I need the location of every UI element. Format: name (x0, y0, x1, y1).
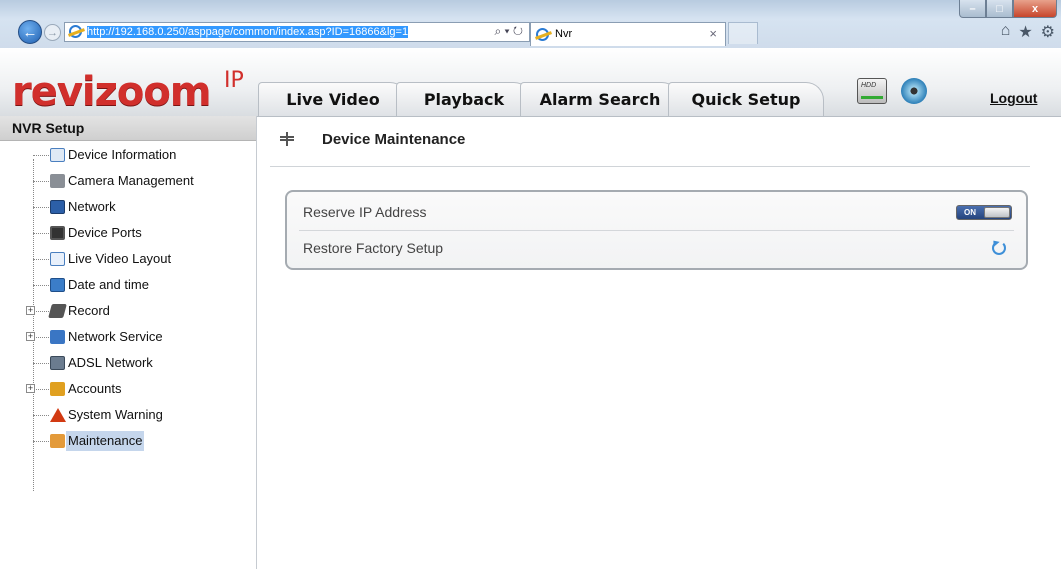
address-bar[interactable]: http://192.168.0.250/asppage/common/inde… (64, 22, 530, 42)
reserve-ip-toggle[interactable]: ON (956, 205, 1012, 220)
signpost-icon (280, 132, 294, 146)
toggle-knob[interactable] (984, 207, 1010, 218)
expand-plus-icon[interactable]: + (26, 332, 35, 341)
minimize-button[interactable]: – (959, 0, 986, 18)
sidebar-item-label: Date and time (68, 277, 149, 292)
sidebar-item-maintenance[interactable]: Maintenance (0, 431, 250, 451)
record-icon (48, 304, 67, 318)
tree-connector (33, 441, 49, 442)
browser-tab[interactable]: Nvr × (530, 22, 726, 46)
layout-icon (50, 252, 65, 266)
tab-quick-setup[interactable]: Quick Setup (668, 82, 824, 116)
sidebar-item-label: ADSL Network (68, 355, 153, 370)
url-selected-part: http://192.168.0.250/asp (87, 26, 206, 38)
sidebar-item-network-service[interactable]: + Network Service (0, 327, 250, 347)
sidebar-item-adsl-network[interactable]: ADSL Network (0, 353, 250, 373)
network-icon (50, 200, 65, 214)
sidebar-item-system-warning[interactable]: System Warning (0, 405, 250, 425)
restore-factory-row: Restore Factory Setup (299, 230, 1014, 266)
sidebar-item-label: Network Service (68, 329, 163, 344)
maintenance-icon (50, 434, 65, 448)
sidebar: NVR Setup Device Information Camera Mana… (0, 116, 257, 569)
brand-logo: revizoom IP (12, 68, 252, 115)
tree-connector (33, 155, 49, 156)
ie-tab-icon (536, 28, 549, 41)
tab-close-icon[interactable]: × (709, 26, 717, 41)
search-refresh-icons[interactable]: ⌕ ▾ ↻ (494, 24, 523, 39)
hdd-icon[interactable]: HDD (857, 78, 887, 104)
sidebar-item-label: Network (68, 199, 116, 214)
back-arrow-icon[interactable]: ← (18, 20, 42, 44)
sidebar-item-label: System Warning (68, 407, 163, 422)
tree-connector (33, 389, 49, 390)
sidebar-item-device-ports[interactable]: Device Ports (0, 223, 250, 243)
tree-connector (33, 311, 49, 312)
logo-superscript: IP (224, 68, 244, 93)
hdd-label: HDD (861, 82, 877, 89)
tree-connector (33, 337, 49, 338)
new-tab-button[interactable] (728, 22, 758, 44)
maintenance-panel: Reserve IP Address ON Restore Factory Se… (285, 190, 1028, 270)
sidebar-item-label: Maintenance (66, 431, 145, 451)
sidebar-item-label: Record (68, 303, 110, 318)
ie-logo-icon (69, 25, 82, 38)
logout-link[interactable]: Logout (990, 90, 1037, 106)
tree-connector (33, 415, 49, 416)
sidebar-item-record[interactable]: + Record (0, 301, 250, 321)
info-icon (50, 148, 65, 162)
tree-connector (33, 285, 49, 286)
network-service-icon (50, 330, 65, 344)
ports-icon (50, 226, 65, 240)
tree-connector (33, 207, 49, 208)
sidebar-item-label: Live Video Layout (68, 251, 172, 266)
sidebar-item-label: Device Information (68, 147, 177, 162)
calendar-icon (50, 278, 65, 292)
expand-plus-icon[interactable]: + (26, 384, 35, 393)
browser-toolbar-icons: ⌂ ★ ⚙ (1001, 22, 1055, 42)
sidebar-item-accounts[interactable]: + Accounts (0, 379, 250, 399)
browser-chrome: – □ x ← → http://192.168.0.250/asppage/c… (0, 0, 1061, 49)
tab-title: Nvr (555, 28, 573, 40)
forward-arrow-icon[interactable]: → (44, 24, 61, 41)
sidebar-item-label: Camera Management (68, 173, 194, 188)
expand-plus-icon[interactable]: + (26, 306, 35, 315)
maximize-button[interactable]: □ (986, 0, 1013, 18)
sidebar-item-live-video-layout[interactable]: Live Video Layout (0, 249, 250, 269)
favorites-star-icon[interactable]: ★ (1018, 22, 1032, 42)
settings-gear-icon[interactable]: ⚙ (1041, 22, 1055, 42)
disc-icon[interactable] (901, 78, 927, 104)
sidebar-item-camera-management[interactable]: Camera Management (0, 171, 250, 191)
url-text[interactable]: http://192.168.0.250/asppage/common/inde… (87, 25, 409, 39)
tab-playback[interactable]: Playback (396, 82, 532, 116)
sidebar-item-label: Device Ports (68, 225, 142, 240)
restore-factory-label: Restore Factory Setup (303, 240, 444, 256)
sidebar-item-network[interactable]: Network (0, 197, 250, 217)
tab-live-video[interactable]: Live Video (258, 82, 408, 116)
toggle-state-text: ON (964, 208, 976, 217)
tree-connector (33, 363, 49, 364)
tree-connector (33, 181, 49, 182)
adsl-icon (50, 356, 65, 370)
tab-alarm-search[interactable]: Alarm Search (520, 82, 680, 116)
url-rest-part: page/common/index.asp?ID=16866&lg=1 (205, 26, 409, 38)
sidebar-item-date-and-time[interactable]: Date and time (0, 275, 250, 295)
restore-icon[interactable] (992, 241, 1006, 255)
sidebar-title: NVR Setup (0, 116, 256, 141)
camera-icon (50, 174, 65, 188)
home-icon[interactable]: ⌂ (1001, 22, 1011, 42)
reserve-ip-row: Reserve IP Address ON (299, 194, 1014, 231)
tree-connector (33, 259, 49, 260)
sidebar-item-label: Accounts (68, 381, 122, 396)
page-title: Device Maintenance (322, 131, 466, 148)
accounts-icon (50, 382, 65, 396)
warning-icon (50, 408, 66, 422)
window-controls: – □ x (959, 0, 1057, 18)
page-header: Device Maintenance (270, 126, 1030, 167)
close-button[interactable]: x (1013, 0, 1057, 18)
reserve-ip-label: Reserve IP Address (303, 204, 427, 220)
tree-connector (33, 233, 49, 234)
logo-word: revizoom (12, 69, 212, 115)
sidebar-item-device-information[interactable]: Device Information (0, 145, 250, 165)
